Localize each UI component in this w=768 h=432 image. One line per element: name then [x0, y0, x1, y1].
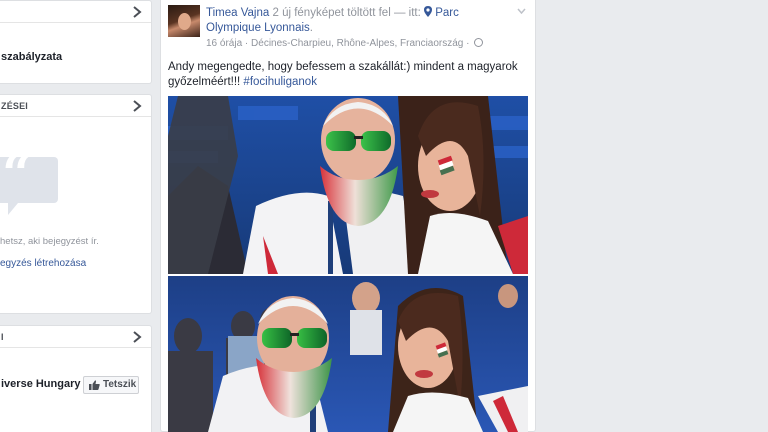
liked-pages-header: I [0, 326, 151, 348]
place-name[interactable]: Olympique Lyonnais [206, 22, 310, 34]
posts-card: ZÉSEI “ hetsz, aki bejegyzést ír. egyzés… [0, 94, 152, 314]
post-meta: 16 órája · Décines-Charpieu, Rhône-Alpes… [206, 38, 484, 49]
thumbs-up-icon [89, 380, 100, 390]
author-avatar[interactable] [168, 5, 200, 37]
rules-card-header [0, 1, 151, 23]
photo-2-image [168, 276, 528, 432]
create-post-link[interactable]: egyzés létrehozása [0, 258, 86, 269]
rules-card: szabályzata [0, 0, 152, 84]
right-gutter [537, 0, 768, 432]
left-sidebar: szabályzata ZÉSEI “ hetsz, aki bejegyzés… [0, 0, 152, 432]
globe-icon[interactable] [474, 38, 484, 47]
post-photo-1[interactable] [168, 96, 528, 274]
post-time[interactable]: 16 órája [206, 38, 242, 49]
place-link[interactable]: Parc [435, 7, 459, 19]
liked-pages-card: I iverse Hungary Tetszik [0, 325, 152, 432]
rules-link[interactable]: szabályzata [1, 51, 62, 63]
caret-down-icon[interactable] [517, 8, 526, 14]
chevron-right-icon[interactable] [131, 5, 143, 19]
meta-separator: · [466, 38, 470, 49]
like-button-label: Tetszik [103, 379, 137, 390]
posts-card-header: ZÉSEI [0, 95, 151, 117]
post-photo-2[interactable] [168, 276, 528, 432]
like-button[interactable]: Tetszik [83, 376, 139, 394]
post-text: Andy megengedte, hogy befessem a szakáll… [168, 60, 528, 90]
chevron-right-icon[interactable] [131, 330, 143, 344]
chevron-right-icon[interactable] [131, 99, 143, 113]
quote-glyph-icon: “ [2, 144, 32, 205]
post-location[interactable]: Décines-Charpieu, Rhône-Alpes, Franciaor… [251, 38, 463, 49]
liked-pages-title: I [1, 332, 4, 342]
photo-1-image [168, 96, 528, 274]
location-pin-icon [423, 6, 432, 17]
page-name[interactable]: iverse Hungary [1, 378, 80, 390]
meta-separator: · [244, 38, 249, 49]
post-body: Andy megengedte, hogy befessem a szakáll… [168, 61, 518, 88]
post-action: 2 új fényképet töltött fel — itt: [269, 7, 424, 19]
hashtag-link[interactable]: #focihuliganok [243, 76, 317, 88]
author-name[interactable]: Timea Vajna [206, 7, 269, 19]
place-suffix: . [309, 22, 313, 34]
feed-post: Timea Vajna 2 új fényképet töltött fel —… [160, 0, 536, 432]
place-link-continued[interactable]: Olympique Lyonnais. [206, 22, 313, 34]
post-header: Timea Vajna 2 új fényképet töltött fel —… [206, 6, 459, 19]
posts-empty-message: hetsz, aki bejegyzést ír. [0, 236, 99, 247]
posts-card-title: ZÉSEI [1, 101, 29, 111]
